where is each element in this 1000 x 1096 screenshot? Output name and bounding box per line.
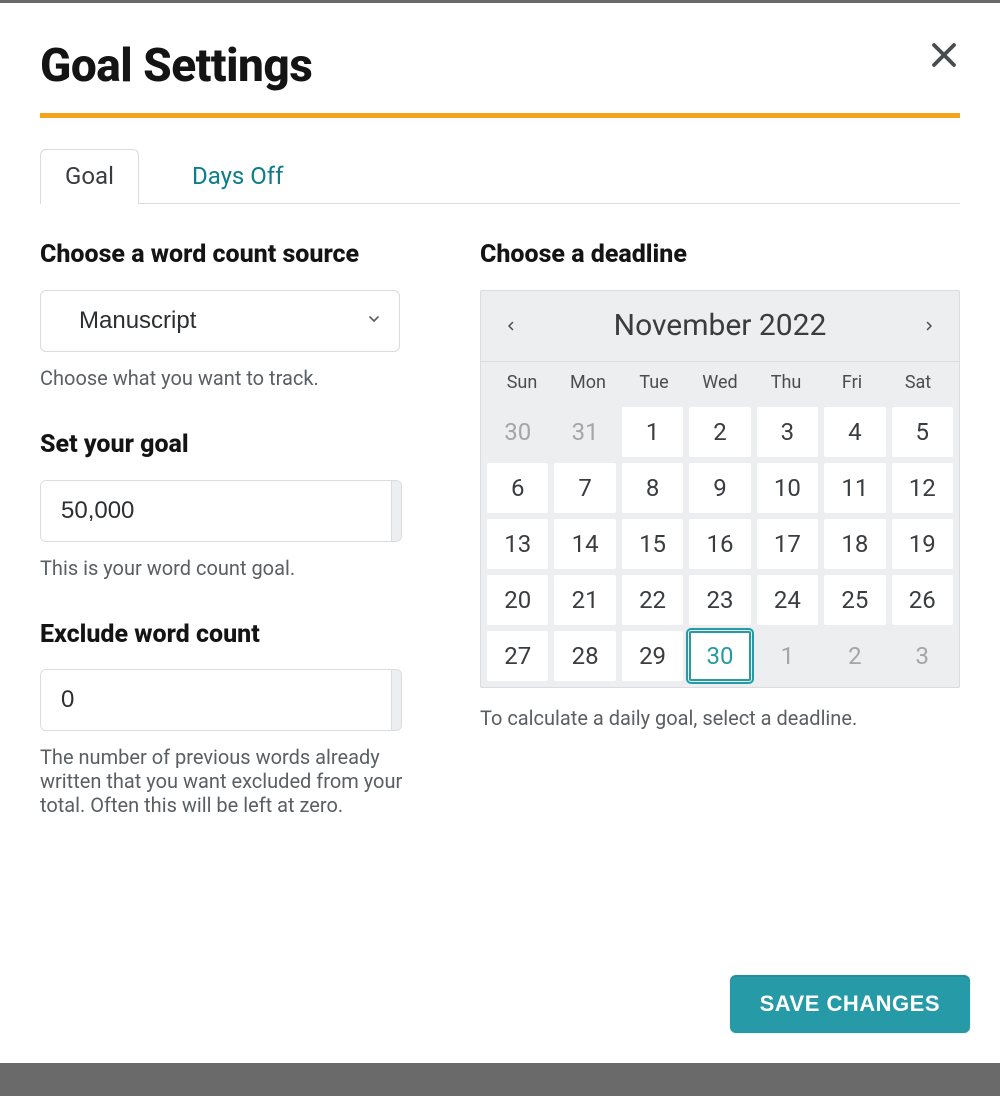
source-heading: Choose a word count source (40, 238, 420, 272)
calendar-prev-button[interactable] (481, 291, 541, 361)
calendar-day[interactable]: 4 (824, 407, 885, 457)
goal-heading: Set your goal (40, 428, 420, 462)
calendar-day[interactable]: 6 (487, 463, 548, 513)
tab-goal[interactable]: Goal (40, 149, 139, 204)
goal-input[interactable] (41, 481, 391, 541)
source-hint: Choose what you want to track. (40, 366, 420, 390)
divider-accent (40, 113, 960, 118)
calendar-day: 30 (487, 407, 548, 457)
close-icon (929, 40, 959, 70)
calendar-day[interactable]: 1 (622, 407, 683, 457)
calendar-day[interactable]: 25 (824, 575, 885, 625)
calendar-day[interactable]: 9 (689, 463, 750, 513)
calendar-day[interactable]: 20 (487, 575, 548, 625)
calendar-day[interactable]: 22 (622, 575, 683, 625)
calendar-dow-label: Wed (687, 372, 753, 393)
calendar-dow-label: Thu (753, 372, 819, 393)
calendar-day: 1 (757, 631, 818, 681)
calendar-day[interactable]: 8 (622, 463, 683, 513)
calendar-dow-label: Sun (489, 372, 555, 393)
word-count-source-select[interactable]: Manuscript (40, 290, 400, 352)
calendar-day[interactable]: 27 (487, 631, 548, 681)
exclude-input[interactable] (41, 670, 391, 730)
calendar-next-button[interactable] (899, 291, 959, 361)
close-button[interactable] (922, 33, 966, 77)
exclude-heading: Exclude word count (40, 618, 420, 652)
calendar-day: 31 (554, 407, 615, 457)
calendar-dow-label: Fri (819, 372, 885, 393)
calendar-day[interactable]: 16 (689, 519, 750, 569)
calendar-day[interactable]: 17 (757, 519, 818, 569)
calendar-day[interactable]: 21 (554, 575, 615, 625)
calendar-day[interactable]: 3 (757, 407, 818, 457)
calendar-day: 2 (824, 631, 885, 681)
chevron-left-icon (505, 316, 517, 336)
calendar-day-headers: SunMonTueWedThuFriSat (481, 362, 959, 401)
calendar-day[interactable]: 23 (689, 575, 750, 625)
deadline-hint: To calculate a daily goal, select a dead… (480, 706, 960, 730)
calendar-dow-label: Mon (555, 372, 621, 393)
calendar-day[interactable]: 7 (554, 463, 615, 513)
calendar: November 2022 SunMonTueWedThuFriSat 3031… (480, 290, 960, 688)
dialog-title: Goal Settings (40, 39, 960, 93)
goal-settings-dialog: Goal Settings Goal Days Off Choose a wor… (0, 3, 1000, 1063)
calendar-month-label: November 2022 (541, 308, 899, 343)
calendar-day[interactable]: 15 (622, 519, 683, 569)
calendar-day: 3 (892, 631, 953, 681)
left-column: Choose a word count source Manuscript Ch… (40, 238, 420, 817)
tab-days-off[interactable]: Days Off (167, 149, 309, 204)
save-changes-button[interactable]: SAVE CHANGES (730, 975, 970, 1033)
exclude-hint: The number of previous words already wri… (40, 745, 420, 817)
deadline-heading: Choose a deadline (480, 238, 960, 272)
calendar-day[interactable]: 14 (554, 519, 615, 569)
chevron-right-icon (923, 316, 935, 336)
calendar-day[interactable]: 2 (689, 407, 750, 457)
calendar-day[interactable]: 13 (487, 519, 548, 569)
calendar-day[interactable]: 28 (554, 631, 615, 681)
tabs: Goal Days Off (40, 148, 960, 204)
goal-hint: This is your word count goal. (40, 556, 420, 580)
calendar-day[interactable]: 12 (892, 463, 953, 513)
calendar-dow-label: Sat (885, 372, 951, 393)
calendar-day[interactable]: 29 (622, 631, 683, 681)
calendar-day[interactable]: 5 (892, 407, 953, 457)
calendar-day[interactable]: 10 (757, 463, 818, 513)
calendar-day[interactable]: 24 (757, 575, 818, 625)
calendar-day[interactable]: 26 (892, 575, 953, 625)
calendar-day[interactable]: 19 (892, 519, 953, 569)
calendar-day[interactable]: 11 (824, 463, 885, 513)
goal-unit: words (391, 481, 402, 541)
exclude-unit: words (391, 670, 402, 730)
right-column: Choose a deadline November 2022 SunMonTu… (480, 238, 960, 817)
calendar-day[interactable]: 30 (689, 631, 750, 681)
calendar-dow-label: Tue (621, 372, 687, 393)
calendar-day[interactable]: 18 (824, 519, 885, 569)
calendar-grid: 3031123456789101112131415161718192021222… (481, 401, 959, 687)
